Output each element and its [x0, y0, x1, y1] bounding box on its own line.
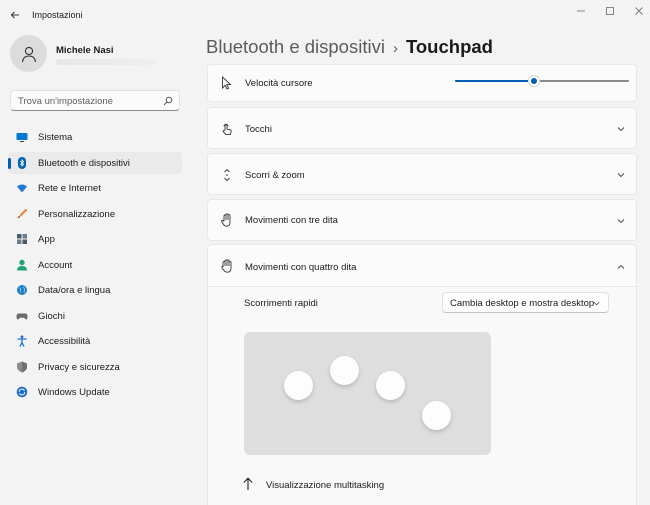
- sidebar-item-accessibilita[interactable]: Accessibilità: [8, 330, 182, 353]
- four-finger-label: Movimenti con quattro dita: [245, 262, 357, 273]
- update-icon: [16, 386, 28, 398]
- user-name: Michele Nasi: [56, 45, 114, 56]
- taps-card[interactable]: Tocchi: [207, 107, 637, 149]
- cursor-speed-slider[interactable]: [455, 74, 629, 88]
- apps-icon: [16, 233, 28, 245]
- breadcrumb-separator: ›: [392, 40, 398, 57]
- three-finger-label: Movimenti con tre dita: [245, 215, 338, 226]
- hand-icon: [220, 213, 234, 227]
- gamepad-icon: [16, 310, 28, 322]
- sidebar-nav: Sistema Bluetooth e dispositivi Rete e I…: [8, 126, 182, 407]
- taps-label: Tocchi: [245, 124, 272, 135]
- tap-icon: [220, 122, 234, 136]
- sidebar-item-account[interactable]: Account: [8, 254, 182, 277]
- three-finger-card[interactable]: Movimenti con tre dita: [207, 199, 637, 241]
- sidebar-item-data-ora[interactable]: Data/ora e lingua: [8, 279, 182, 302]
- swipes-dropdown-value: Cambia desktop e mostra desktop: [450, 298, 595, 309]
- arrow-up-icon: [243, 477, 253, 490]
- sidebar-item-privacy[interactable]: Privacy e sicurezza: [8, 356, 182, 379]
- accessibility-icon: [16, 335, 28, 347]
- scroll-zoom-card[interactable]: Scorri & zoom: [207, 153, 637, 195]
- swipes-dropdown[interactable]: Cambia desktop e mostra desktop: [442, 292, 609, 313]
- search-input[interactable]: Trova un'impostazione: [10, 90, 180, 111]
- user-icon: [21, 46, 36, 62]
- gesture-direction-label: Visualizzazione multitasking: [266, 480, 385, 491]
- sidebar-item-label: Bluetooth e dispositivi: [38, 157, 130, 169]
- back-arrow-icon[interactable]: [6, 6, 24, 24]
- sidebar-item-label: Windows Update: [38, 387, 110, 398]
- cursor-icon: [220, 76, 234, 90]
- sidebar-item-label: Personalizzazione: [38, 208, 116, 220]
- sidebar-item-label: Account: [38, 259, 73, 271]
- sidebar-item-sistema[interactable]: Sistema: [8, 126, 182, 149]
- sidebar-item-app[interactable]: App: [8, 228, 182, 251]
- breadcrumb: Bluetooth e dispositivi › Touchpad: [206, 36, 493, 58]
- gesture-preview: [244, 332, 491, 455]
- sidebar-item-label: Privacy e sicurezza: [38, 361, 120, 373]
- finger-dot: [284, 371, 313, 400]
- brush-icon: [16, 208, 28, 220]
- title-bar: Impostazioni: [0, 0, 650, 30]
- cursor-speed-label: Velocità cursore: [245, 78, 313, 89]
- maximize-icon[interactable]: [603, 4, 617, 18]
- hand-icon: [220, 259, 234, 273]
- sidebar-item-windows-update[interactable]: Windows Update: [8, 381, 182, 404]
- slider-fill: [455, 80, 534, 82]
- chevron-down-icon: [617, 127, 625, 132]
- chevron-down-icon: [617, 173, 625, 178]
- globe-clock-icon: [16, 284, 28, 296]
- active-indicator: [8, 157, 11, 169]
- finger-dot: [422, 401, 451, 430]
- sidebar-item-giochi[interactable]: Giochi: [8, 305, 182, 328]
- sidebar-item-label: Sistema: [38, 132, 73, 143]
- avatar: [10, 35, 47, 72]
- breadcrumb-parent[interactable]: Bluetooth e dispositivi: [206, 36, 385, 57]
- minimize-icon[interactable]: [574, 4, 588, 18]
- sidebar-item-rete[interactable]: Rete e Internet: [8, 177, 182, 200]
- chevron-up-icon: [617, 264, 625, 269]
- chevron-down-icon: [617, 219, 625, 224]
- monitor-icon: [16, 131, 28, 143]
- finger-dot: [330, 356, 359, 385]
- scroll-zoom-label: Scorri & zoom: [245, 170, 305, 181]
- page-title: Touchpad: [405, 36, 493, 57]
- search-icon: [163, 96, 173, 106]
- sidebar-item-label: Giochi: [38, 310, 65, 322]
- sidebar-item-label: Data/ora e lingua: [38, 285, 111, 296]
- four-finger-card[interactable]: Movimenti con quattro dita: [207, 244, 637, 287]
- swipes-label: Scorrimenti rapidi: [244, 298, 318, 309]
- close-icon[interactable]: [632, 4, 646, 18]
- sidebar-item-personalizzazione[interactable]: Personalizzazione: [8, 203, 182, 226]
- finger-dot: [376, 371, 405, 400]
- account-icon: [16, 259, 28, 271]
- scroll-icon: [220, 168, 234, 182]
- sidebar-item-label: Accessibilità: [38, 336, 91, 347]
- sidebar-item-label: Rete e Internet: [38, 183, 101, 194]
- app-title: Impostazioni: [32, 10, 83, 20]
- sidebar-item-label: App: [38, 234, 55, 245]
- sidebar-item-bluetooth[interactable]: Bluetooth e dispositivi: [8, 151, 182, 174]
- slider-thumb[interactable]: [527, 75, 540, 87]
- search-placeholder: Trova un'impostazione: [18, 96, 113, 107]
- bluetooth-icon: [16, 156, 28, 169]
- wifi-icon: [16, 182, 28, 194]
- user-email-redacted: [56, 59, 156, 65]
- shield-icon: [16, 361, 28, 373]
- chevron-down-icon: [593, 301, 600, 306]
